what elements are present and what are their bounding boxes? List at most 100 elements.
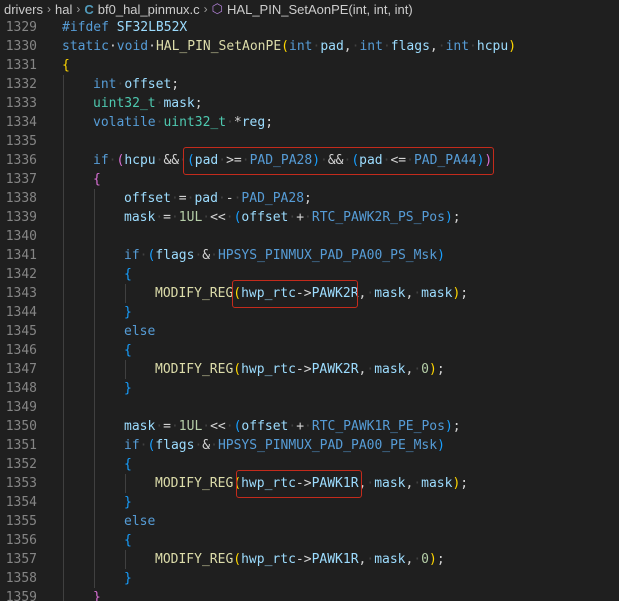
code-line[interactable]: 1358} xyxy=(0,569,619,588)
code-line[interactable]: 1336 if·(hcpu·&&·(pad·>=·PAD_PA28)·&&·(pa… xyxy=(0,151,619,170)
line-number: 1349 xyxy=(5,400,37,415)
code-token: ; xyxy=(171,77,180,92)
code-line[interactable]: 1341 if·(flags·&·HPSYS_PINMUX_PAD_PA00_PS… xyxy=(0,246,619,265)
line-number: 1359 xyxy=(5,590,37,601)
code-token: pad xyxy=(194,191,218,206)
breadcrumb-item-hal[interactable]: hal xyxy=(55,2,72,17)
code-line[interactable]: 1330 static·void·HAL_PIN_SetAonPE(int·pad… xyxy=(0,37,619,56)
code-token: ) xyxy=(428,362,437,377)
code-line[interactable]: 1355 else xyxy=(0,512,619,531)
code-token: mask xyxy=(374,362,406,377)
code-line[interactable]: 1350 mask·=·1UL·<<·(offset·+·RTC_PAWK1R_P… xyxy=(0,417,619,436)
code-token: mask xyxy=(421,286,453,301)
code-token: , xyxy=(343,39,352,54)
code-line[interactable]: 1348} xyxy=(0,379,619,398)
code-token: · xyxy=(218,153,227,168)
code-text: { xyxy=(62,56,70,75)
code-token: mask xyxy=(421,476,453,491)
breadcrumb: drivers › hal › C bf0_hal_pinmux.c › ⬡ H… xyxy=(0,0,619,18)
code-line[interactable]: 1352 { xyxy=(0,455,619,474)
code-line[interactable]: 1340 xyxy=(0,227,619,246)
code-text: if·(hcpu·&&·(pad·>=·PAD_PA28)·&&·(pad·<=… xyxy=(93,151,492,170)
code-token: 1UL xyxy=(178,419,203,434)
code-line[interactable]: 1342 { xyxy=(0,265,619,284)
line-number: 1358 xyxy=(5,571,37,586)
code-line[interactable]: 1347 MODIFY_REG(hwp_rtc->PAWK2R,·mask,·0)… xyxy=(0,360,619,379)
line-number: 1332 xyxy=(5,77,37,92)
code-token: -> xyxy=(295,286,312,301)
code-token: · xyxy=(179,153,187,168)
code-token: , xyxy=(429,39,438,54)
code-line[interactable]: 1344} xyxy=(0,303,619,322)
breadcrumb-item-file[interactable]: bf0_hal_pinmux.c xyxy=(98,2,200,17)
code-line[interactable]: 1356 { xyxy=(0,531,619,550)
code-token: HPSYS_PINMUX_PAD_PA00_PS_Msk xyxy=(217,248,438,263)
code-token: · xyxy=(366,286,375,301)
code-line[interactable]: 1333 uint32_t·mask; xyxy=(0,94,619,113)
code-line[interactable]: 1334 volatile·uint32_t·*reg; xyxy=(0,113,619,132)
line-number: 1354 xyxy=(5,495,37,510)
c-file-icon: C xyxy=(84,1,94,17)
indent-guide xyxy=(63,75,64,601)
code-token: PAWK2R xyxy=(311,362,359,377)
code-token: reg xyxy=(241,115,266,130)
code-line[interactable]: 1354} xyxy=(0,493,619,512)
code-line[interactable]: 1337 { xyxy=(0,170,619,189)
code-token: mask xyxy=(124,210,156,225)
code-token: · xyxy=(170,419,179,434)
code-token: RTC_PAWK2R_PS_Pos xyxy=(311,210,445,225)
code-line[interactable]: 1332 int·offset; xyxy=(0,75,619,94)
code-token: · xyxy=(469,39,477,54)
code-token: hcpu xyxy=(476,39,509,54)
code-token: ( xyxy=(186,153,195,168)
code-line[interactable]: 1329 #ifdef SF32LB52X xyxy=(0,18,619,37)
code-token: SF32LB52X xyxy=(116,20,188,35)
code-token: HPSYS_PINMUX_PAD_PA00_PE_Msk xyxy=(217,438,438,453)
code-line[interactable]: 1349 xyxy=(0,398,619,417)
code-line[interactable]: 1335 xyxy=(0,132,619,151)
breadcrumb-item-drivers[interactable]: drivers xyxy=(4,2,43,17)
code-token: ( xyxy=(233,552,242,567)
code-token: mask xyxy=(374,286,406,301)
code-token: · xyxy=(413,552,422,567)
code-line[interactable]: 1331 { xyxy=(0,56,619,75)
code-line[interactable]: 1353 MODIFY_REG(hwp_rtc->PAWK1R,·mask,·ma… xyxy=(0,474,619,493)
chevron-right-icon: › xyxy=(47,2,52,16)
code-line[interactable]: 1359} xyxy=(0,588,619,601)
code-line[interactable]: 1346 { xyxy=(0,341,619,360)
code-line[interactable]: 1339 mask·=·1UL·<<·(offset·+·RTC_PAWK2R_P… xyxy=(0,208,619,227)
code-token: · xyxy=(202,210,211,225)
code-line[interactable]: 1357 MODIFY_REG(hwp_rtc->PAWK1R,·mask,·0)… xyxy=(0,550,619,569)
code-token: = xyxy=(178,191,187,206)
code-token: PAWK1R xyxy=(311,476,359,491)
code-token: 0 xyxy=(421,362,429,377)
indent-guide xyxy=(125,550,126,569)
code-token: -> xyxy=(295,552,312,567)
code-editor[interactable]: 1329 #ifdef SF32LB52X 1330 static·void·HAL_… xyxy=(0,18,619,601)
breadcrumb-item-symbol[interactable]: HAL_PIN_SetAonPE(int, int, int) xyxy=(227,2,413,17)
code-token: * xyxy=(233,115,242,130)
code-line[interactable]: 1345 else xyxy=(0,322,619,341)
code-token: MODIFY_REG xyxy=(155,286,234,301)
code-token: ( xyxy=(233,476,242,491)
code-token: hwp_rtc xyxy=(241,286,296,301)
code-token: · xyxy=(226,115,234,130)
code-token: ) xyxy=(444,210,453,225)
code-token: ; xyxy=(452,210,461,225)
code-line[interactable]: 1343 MODIFY_REG(hwp_rtc->PAWK2R,·mask,·ma… xyxy=(0,284,619,303)
line-number: 1341 xyxy=(5,248,37,263)
code-token: 1UL xyxy=(178,210,203,225)
code-token: static xyxy=(62,39,109,54)
code-token: if xyxy=(124,248,140,263)
code-token: hwp_rtc xyxy=(241,552,296,567)
code-token: mask xyxy=(374,552,406,567)
code-text: } xyxy=(124,303,132,322)
code-text: } xyxy=(124,569,132,588)
indent-guide xyxy=(94,189,95,588)
code-token: ) xyxy=(437,248,445,263)
code-line[interactable]: 1338 offset·=·pad·-·PAD_PA28; xyxy=(0,189,619,208)
code-line[interactable]: 1351 if·(flags·&·HPSYS_PINMUX_PAD_PA00_PE… xyxy=(0,436,619,455)
line-number: 1336 xyxy=(5,153,37,168)
code-token: ( xyxy=(233,286,242,301)
code-token: -> xyxy=(295,362,312,377)
